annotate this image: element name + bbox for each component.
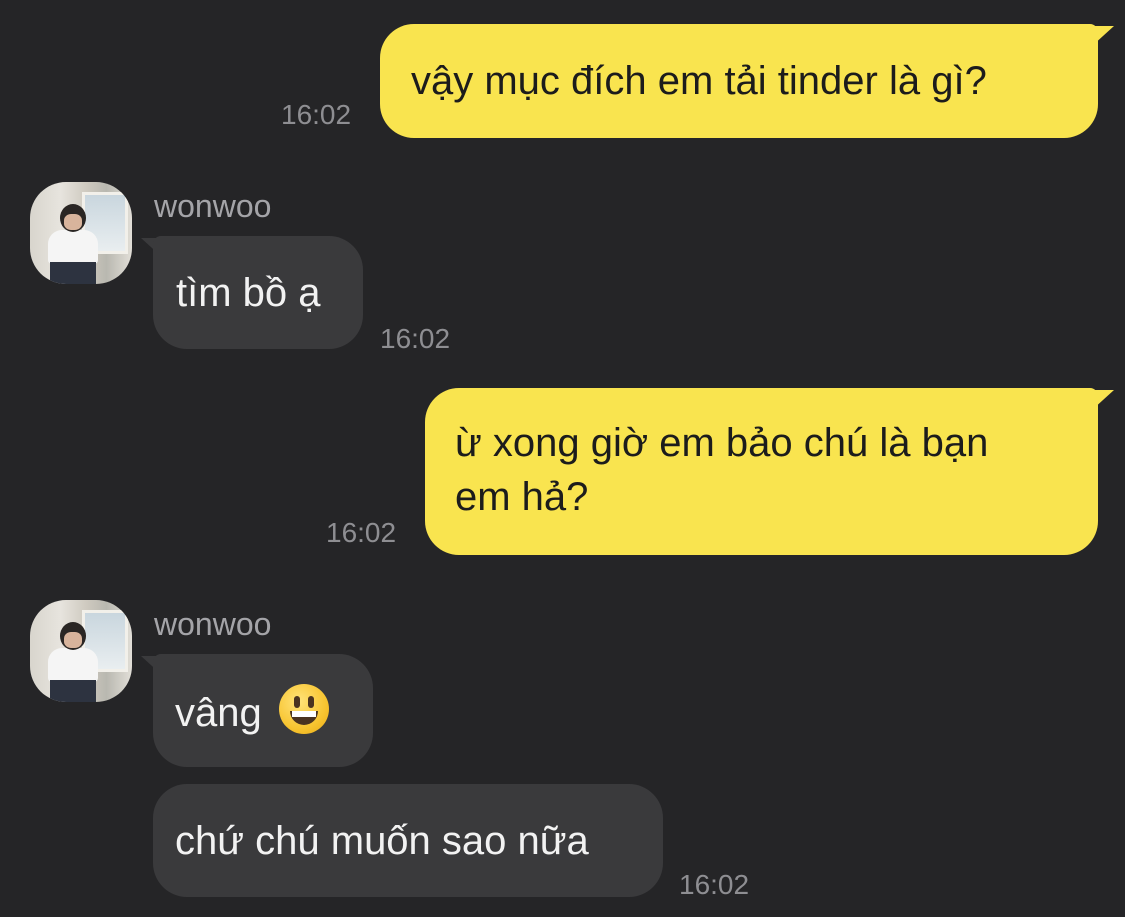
message-text: chứ chú muốn sao nữa [175, 819, 589, 863]
avatar-photo-shirt [48, 230, 98, 264]
message-timestamp: 16:02 [380, 323, 451, 354]
avatar[interactable] [30, 600, 132, 702]
message-text-line: em hả? [455, 475, 589, 519]
grinning-face-icon [278, 684, 329, 734]
avatar-photo-pants [50, 262, 96, 284]
sender-name: wonwoo [154, 188, 272, 224]
avatar-photo-pants [50, 680, 96, 702]
avatar-photo-shirt [48, 648, 98, 682]
chat-thread: 16:02 vậy mục đích em tải tinder là gì? … [0, 0, 1125, 917]
emoji-eye [307, 696, 314, 708]
message-timestamp: 16:02 [679, 869, 750, 900]
incoming-message-bubble[interactable]: vâng [153, 654, 373, 767]
message-timestamp: 16:02 [281, 99, 352, 130]
outgoing-message-bubble[interactable]: ừ xong giờ em bảo chú là bạn em hả? [425, 388, 1098, 555]
emoji-eye [293, 696, 300, 708]
avatar-photo-face [64, 632, 82, 648]
message-timestamp: 16:02 [326, 517, 397, 548]
avatar-photo-face [64, 214, 82, 230]
message-text-line: ừ xong giờ em bảo chú là bạn [455, 421, 989, 465]
avatar[interactable] [30, 182, 132, 284]
incoming-message-bubble[interactable]: chứ chú muốn sao nữa [153, 784, 663, 897]
bubble-tail [1092, 390, 1114, 410]
message-text: vâng [175, 691, 262, 735]
sender-name: wonwoo [154, 606, 272, 642]
message-text: tìm bồ ạ [176, 271, 321, 315]
message-text: vậy mục đích em tải tinder là gì? [411, 59, 987, 103]
bubble-tail [1092, 26, 1114, 46]
incoming-message-bubble[interactable]: tìm bồ ạ [153, 236, 363, 349]
outgoing-message-bubble[interactable]: vậy mục đích em tải tinder là gì? [380, 24, 1098, 138]
emoji-mouth [289, 711, 318, 725]
